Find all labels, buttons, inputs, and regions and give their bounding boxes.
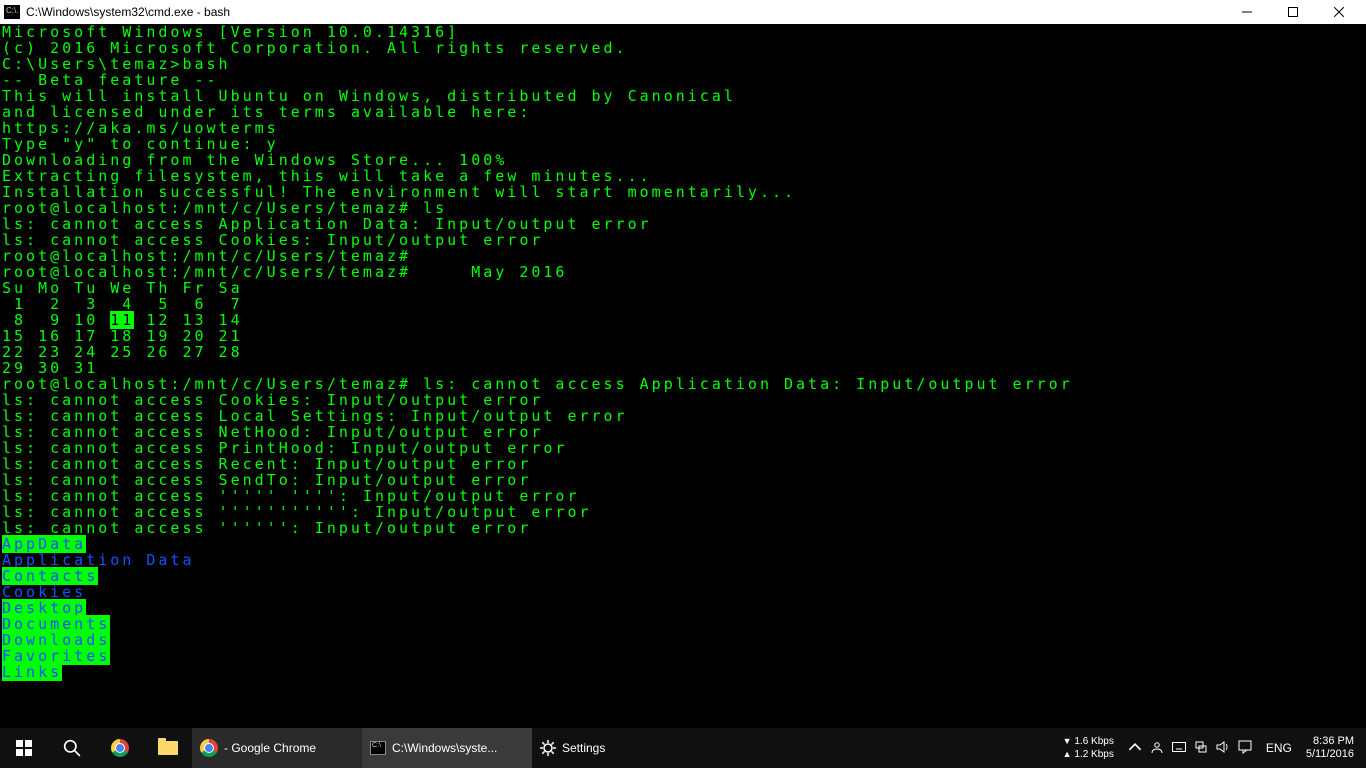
chrome-window[interactable]: - Google Chrome [192,728,362,768]
taskbar: - Google Chrome C:\ C:\Windows\syste... … [0,728,1366,768]
cmd-icon: C:\. [4,5,20,19]
tray-chevron-icon[interactable] [1128,740,1142,757]
file-explorer-pinned[interactable] [144,728,192,768]
gear-icon [540,740,556,756]
settings-window[interactable]: Settings [532,728,682,768]
start-button[interactable] [0,728,48,768]
tray-people-icon[interactable] [1150,740,1164,757]
tray-network-icon[interactable] [1194,740,1208,757]
task-label: C:\Windows\syste... [392,741,497,755]
search-button[interactable] [48,728,96,768]
system-tray [1120,740,1260,757]
minimize-button[interactable] [1224,0,1270,24]
task-label: - Google Chrome [224,741,316,755]
language-indicator[interactable]: ENG [1260,741,1298,755]
terminal-output[interactable]: Microsoft Windows [Version 10.0.14316](c… [2,24,1366,728]
clock[interactable]: 8:36 PM 5/11/2016 [1298,735,1362,761]
tray-keyboard-icon[interactable] [1172,740,1186,757]
close-button[interactable] [1316,0,1362,24]
chrome-pinned[interactable] [96,728,144,768]
cmd-window[interactable]: C:\ C:\Windows\syste... [362,728,532,768]
tray-volume-icon[interactable] [1216,740,1230,757]
chrome-icon [200,739,218,757]
cmd-icon: C:\ [370,741,386,755]
chrome-icon [111,739,129,757]
window-titlebar: C:\. C:\Windows\system32\cmd.exe - bash [0,0,1366,24]
folder-icon [158,741,178,755]
task-label: Settings [562,741,605,755]
tray-action-center-icon[interactable] [1238,740,1252,757]
window-title: C:\Windows\system32\cmd.exe - bash [26,5,230,19]
maximize-button[interactable] [1270,0,1316,24]
network-stats[interactable]: ▼ 1.6 Kbps ▲ 1.2 Kbps [1063,735,1114,761]
